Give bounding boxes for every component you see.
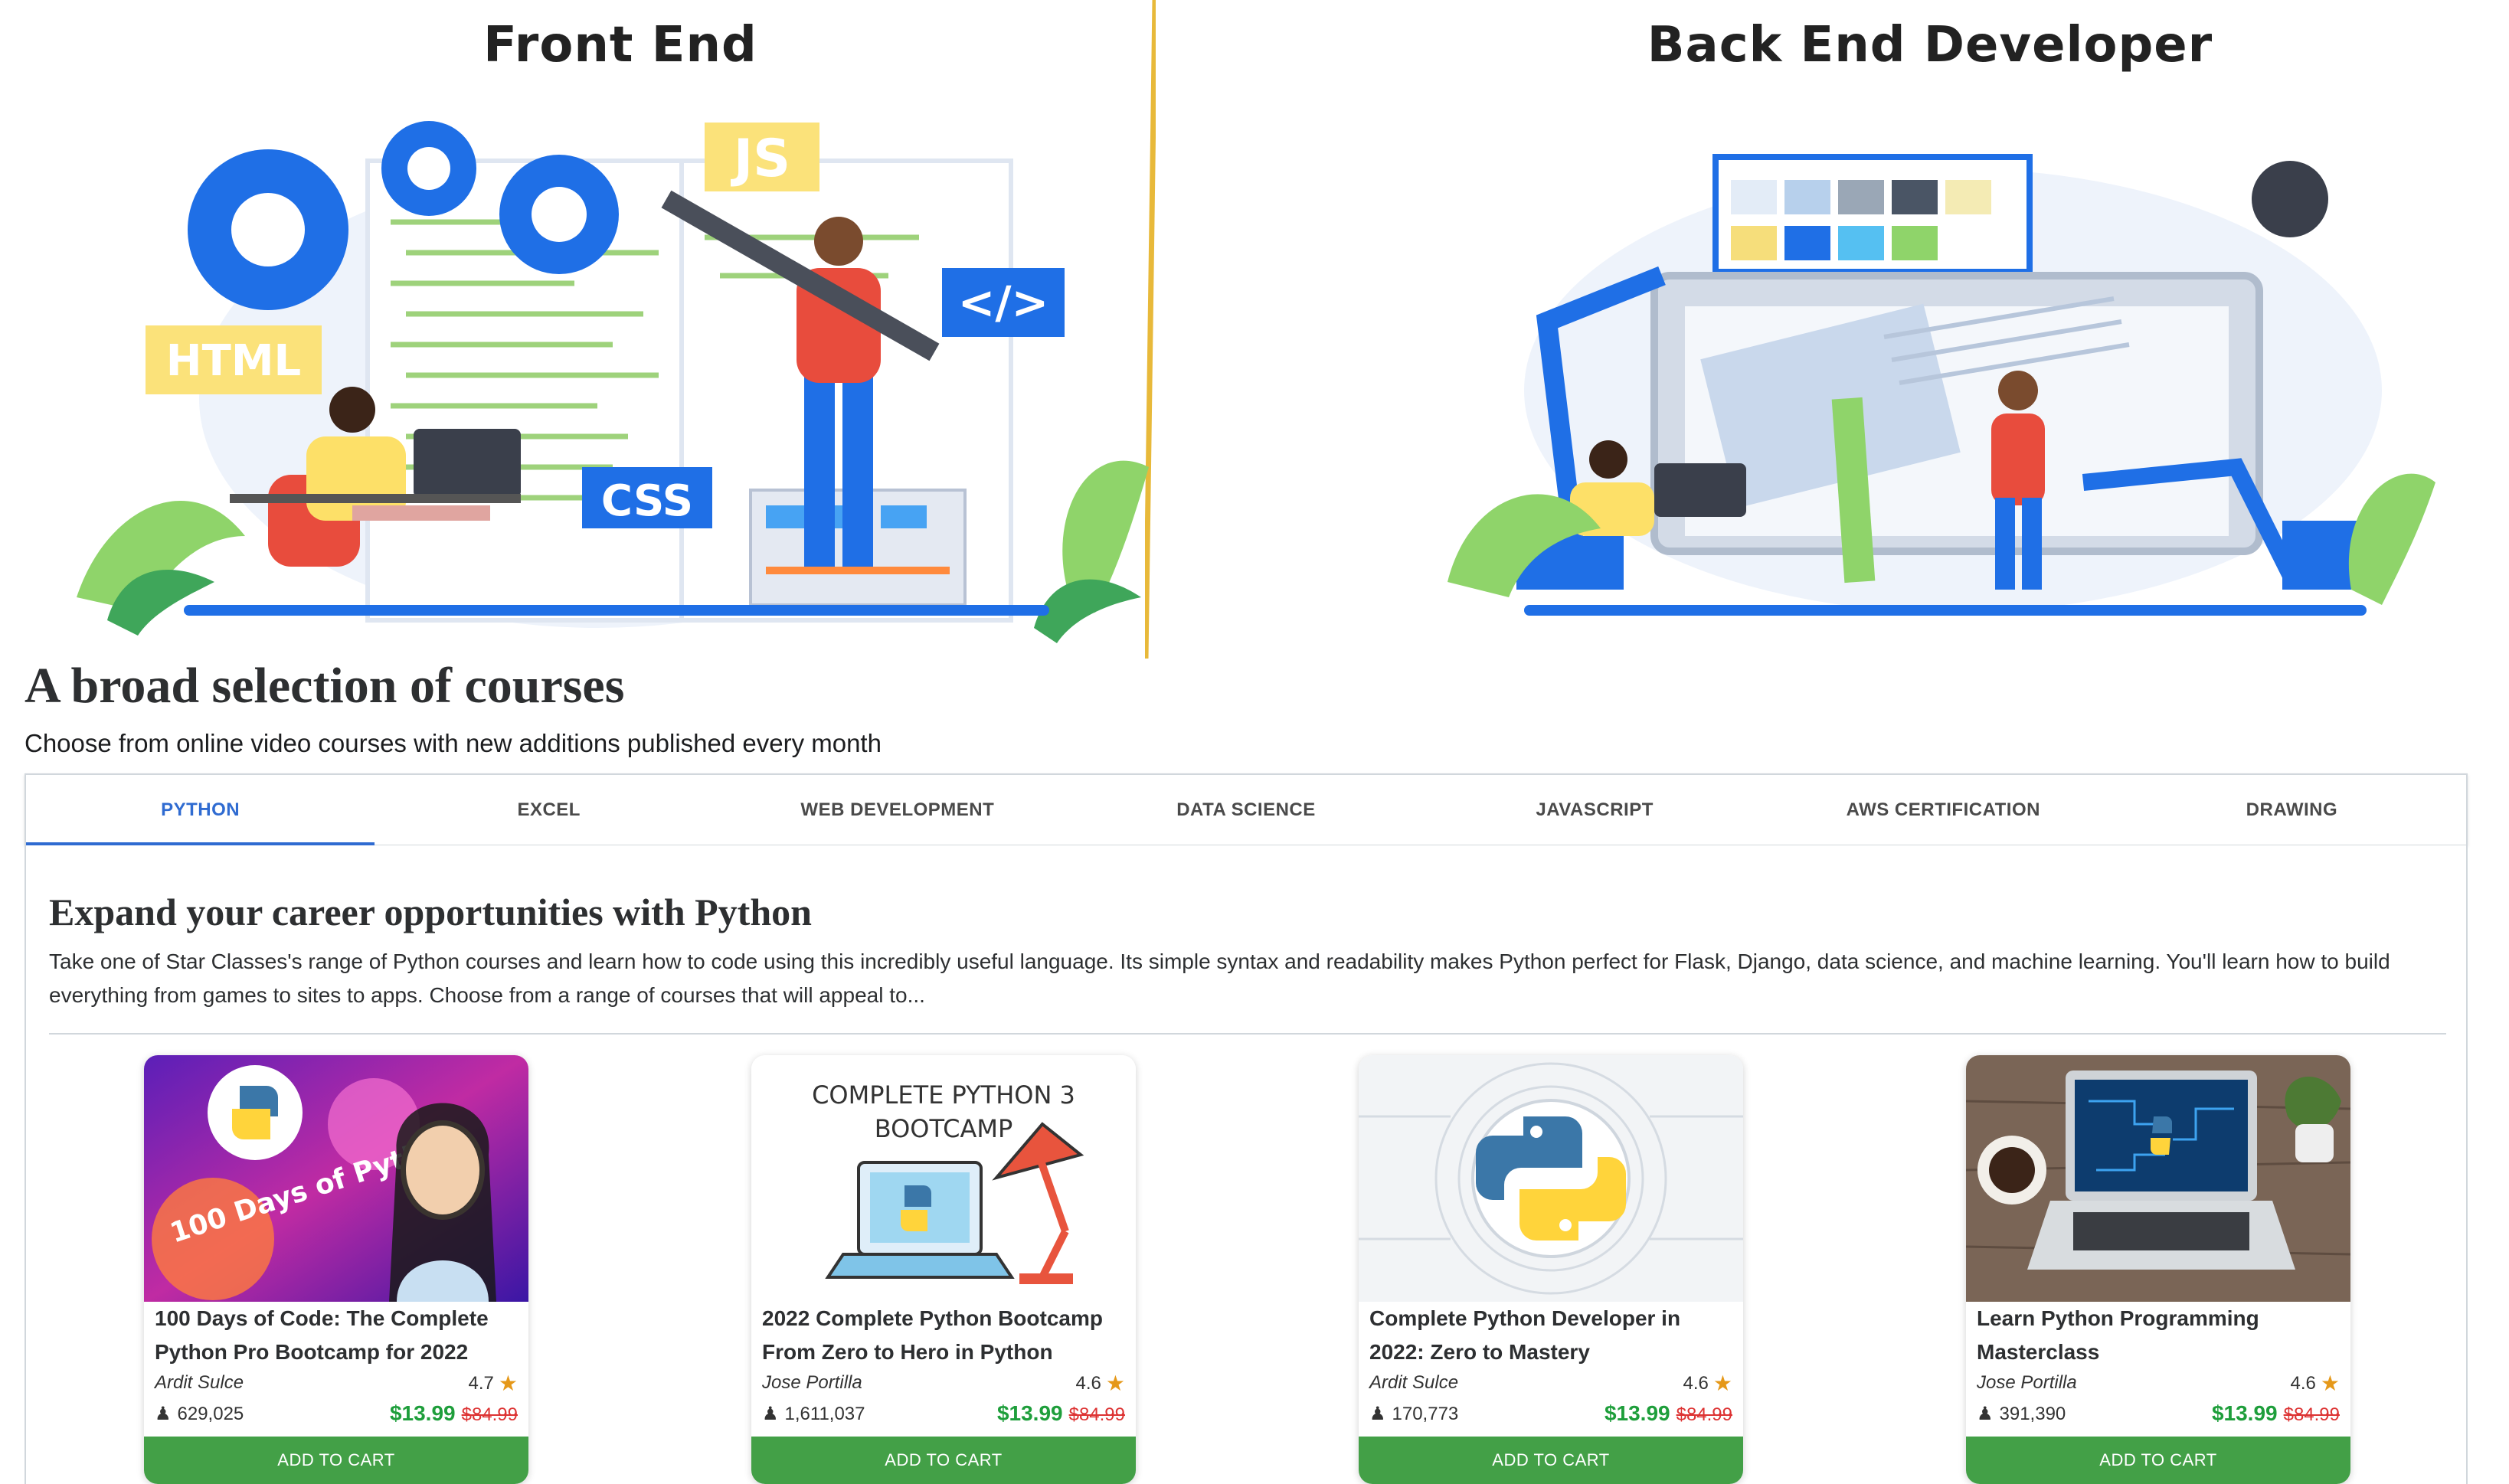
students-count: 629,025 xyxy=(177,1403,244,1424)
course-rating: 4.6 ★ xyxy=(1076,1371,1125,1396)
price-current: $13.99 xyxy=(2211,1401,2278,1425)
tab-excel[interactable]: EXCEL xyxy=(375,775,723,845)
students-icon: ♟ xyxy=(1369,1404,1386,1424)
students-icon: ♟ xyxy=(155,1404,172,1424)
price-original: $84.99 xyxy=(461,1404,518,1425)
section-title: A broad selection of courses xyxy=(25,658,625,714)
course-thumbnail xyxy=(1359,1055,1743,1302)
price-current: $13.99 xyxy=(1604,1401,1670,1425)
course-price: $13.99 $84.99 xyxy=(997,1401,1125,1426)
course-card[interactable]: Learn Python Programming Masterclass Jos… xyxy=(1966,1055,2350,1484)
front-end-illustration: HTML JS CSS </> xyxy=(77,121,1149,643)
price-original: $84.99 xyxy=(2283,1404,2340,1425)
price-original: $84.99 xyxy=(1676,1404,1732,1425)
students-icon: ♟ xyxy=(1977,1404,1994,1424)
course-rating: 4.6 ★ xyxy=(2291,1371,2340,1396)
course-students: ♟ 170,773 xyxy=(1369,1403,1458,1425)
star-icon: ★ xyxy=(1712,1371,1732,1395)
rating-value: 4.7 xyxy=(468,1372,494,1394)
students-count: 391,390 xyxy=(1999,1403,2066,1424)
course-rating: 4.6 ★ xyxy=(1683,1371,1732,1396)
course-author: Jose Portilla xyxy=(762,1372,862,1393)
tab-web-development[interactable]: WEB DEVELOPMENT xyxy=(723,775,1071,845)
hero-title-front-end: Front End xyxy=(483,17,757,74)
students-count: 1,611,037 xyxy=(784,1403,865,1424)
course-thumbnail: 100 Days of Python xyxy=(144,1055,528,1302)
add-to-cart-button[interactable]: ADD TO CART xyxy=(1359,1437,1743,1484)
course-author: Ardit Sulce xyxy=(155,1372,244,1393)
add-to-cart-button[interactable]: ADD TO CART xyxy=(144,1437,528,1484)
tab-python[interactable]: PYTHON xyxy=(26,775,375,845)
course-price: $13.99 $84.99 xyxy=(2212,1401,2340,1426)
tab-data-science[interactable]: DATA SCIENCE xyxy=(1071,775,1420,845)
thumbnail-caption: COMPLETE PYTHON 3 BOOTCAMP xyxy=(812,1080,1075,1143)
course-price: $13.99 $84.99 xyxy=(1605,1401,1732,1426)
course-title[interactable]: Complete Python Developer in 2022: Zero … xyxy=(1369,1302,1729,1369)
add-to-cart-button[interactable]: ADD TO CART xyxy=(1966,1437,2350,1484)
star-icon: ★ xyxy=(1105,1371,1125,1395)
tab-javascript[interactable]: JAVASCRIPT xyxy=(1421,775,1769,845)
course-title[interactable]: 2022 Complete Python Bootcamp From Zero … xyxy=(762,1302,1122,1369)
course-card[interactable]: 100 Days of Python 100 Days of Code: The… xyxy=(144,1055,528,1484)
course-students: ♟ 391,390 xyxy=(1977,1403,2066,1425)
css-tag-icon: CSS xyxy=(601,476,693,526)
course-card[interactable]: Complete Python Developer in 2022: Zero … xyxy=(1359,1055,1743,1484)
price-original: $84.99 xyxy=(1068,1404,1125,1425)
js-tag-icon: JS xyxy=(731,129,790,189)
students-count: 170,773 xyxy=(1392,1403,1459,1424)
tab-aws-certification[interactable]: AWS CERTIFICATION xyxy=(1769,775,2118,845)
course-title[interactable]: 100 Days of Code: The Complete Python Pr… xyxy=(155,1302,515,1369)
back-end-illustration xyxy=(1448,154,2435,616)
add-to-cart-button[interactable]: ADD TO CART xyxy=(751,1437,1136,1484)
price-current: $13.99 xyxy=(389,1401,456,1425)
course-rating: 4.7 ★ xyxy=(469,1371,518,1396)
tab-drawing[interactable]: DRAWING xyxy=(2118,775,2466,845)
course-author: Ardit Sulce xyxy=(1369,1372,1459,1393)
star-icon: ★ xyxy=(2320,1371,2340,1395)
star-icon: ★ xyxy=(498,1371,518,1395)
course-category-tabs: PYTHON EXCEL WEB DEVELOPMENT DATA SCIENC… xyxy=(25,773,2468,845)
price-current: $13.99 xyxy=(996,1401,1063,1425)
code-tag-icon: </> xyxy=(958,276,1048,329)
panel-title: Expand your career opportunities with Py… xyxy=(49,891,812,933)
students-icon: ♟ xyxy=(762,1404,779,1424)
html-tag-icon: HTML xyxy=(166,336,301,386)
course-students: ♟ 629,025 xyxy=(155,1403,244,1425)
course-thumbnail: COMPLETE PYTHON 3 BOOTCAMP xyxy=(751,1055,1136,1302)
panel-divider xyxy=(49,1033,2446,1035)
rating-value: 4.6 xyxy=(1075,1372,1101,1394)
rating-value: 4.6 xyxy=(1683,1372,1709,1394)
hero-title-back-end: Back End Developer xyxy=(1647,17,2213,74)
rating-value: 4.6 xyxy=(2290,1372,2316,1394)
panel-description: Take one of Star Classes's range of Pyth… xyxy=(49,950,2390,1007)
course-card[interactable]: COMPLETE PYTHON 3 BOOTCAMP 2022 Complete… xyxy=(751,1055,1136,1484)
course-author: Jose Portilla xyxy=(1977,1372,2077,1393)
hero-banner: Front End Back End Developer HTML JS CSS xyxy=(0,0,2509,659)
course-title[interactable]: Learn Python Programming Masterclass xyxy=(1977,1302,2337,1369)
course-thumbnail xyxy=(1966,1055,2350,1302)
course-price: $13.99 $84.99 xyxy=(390,1401,518,1426)
course-students: ♟ 1,611,037 xyxy=(762,1403,865,1425)
section-subtitle: Choose from online video courses with ne… xyxy=(25,729,882,757)
